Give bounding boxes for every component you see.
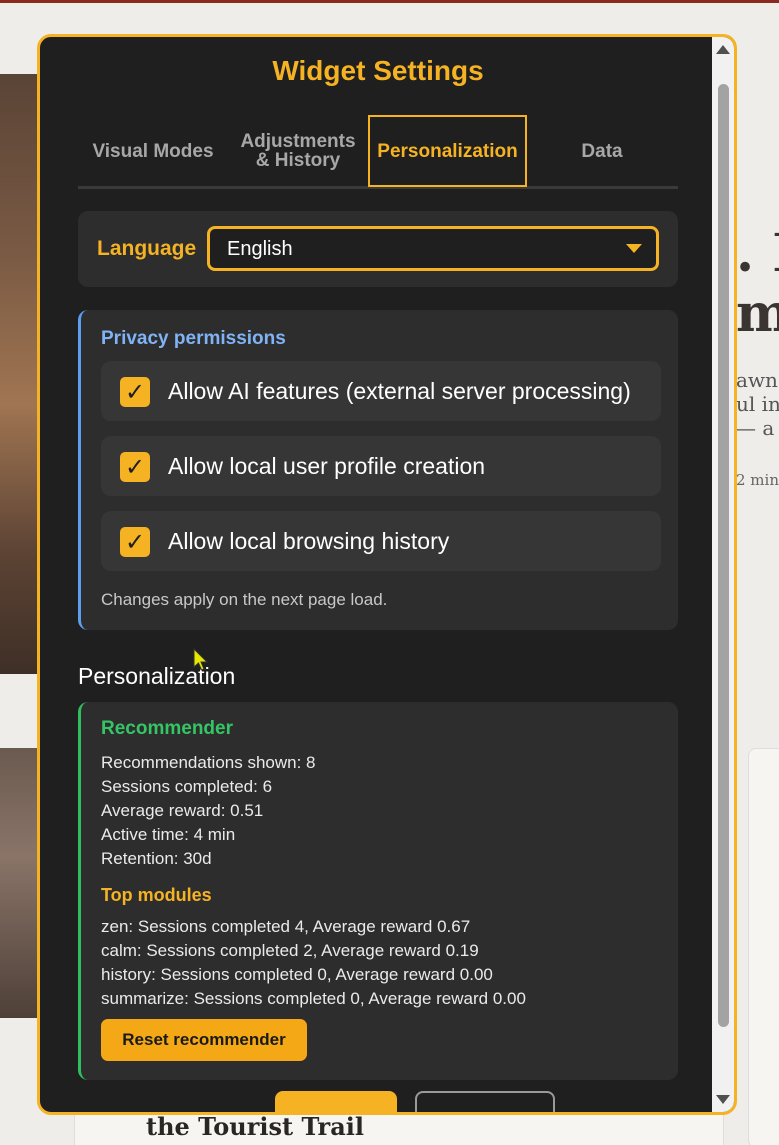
background-headline-fragment-2: ma	[736, 286, 779, 342]
tab-adjustments-history[interactable]: Adjustments & History	[228, 115, 368, 187]
language-label: Language	[97, 237, 197, 260]
tab-personalization[interactable]: Personalization	[368, 115, 527, 187]
caret-down-icon	[626, 244, 642, 253]
language-select-value: English	[227, 238, 293, 260]
language-panel: Language English	[78, 211, 678, 287]
arrow-down-icon[interactable]	[716, 1095, 730, 1104]
modal-scrollbar[interactable]	[712, 37, 734, 1112]
tab-visual-modes[interactable]: Visual Modes	[78, 115, 228, 187]
permission-label: Allow local user profile creation	[168, 453, 486, 479]
background-read-time: 2 min	[736, 471, 779, 489]
recommender-heading: Recommender	[101, 718, 233, 739]
top-modules-list: zen: Sessions completed 4, Average rewar…	[101, 915, 526, 1011]
privacy-heading: Privacy permissions	[101, 328, 286, 349]
stat-active-time: Active time: 4 min	[101, 825, 236, 844]
modal-title: Widget Settings	[272, 55, 484, 86]
scrollbar-thumb[interactable]	[718, 84, 729, 1027]
arrow-up-icon[interactable]	[716, 45, 730, 54]
stat-sessions-completed: Sessions completed: 6	[101, 777, 273, 796]
background-excerpt-line-1: awn	[736, 368, 778, 392]
reset-recommender-button[interactable]: Reset recommender	[101, 1019, 307, 1061]
background-card-title: the Tourist Trail	[146, 1112, 364, 1141]
permission-browsing-history[interactable]: ✓ Allow local browsing history	[101, 511, 661, 571]
check-icon[interactable]: ✓	[120, 377, 150, 407]
check-icon[interactable]: ✓	[120, 527, 150, 557]
permission-local-profile[interactable]: ✓ Allow local user profile creation	[101, 436, 661, 496]
permission-label: Allow AI features (external server proce…	[168, 378, 631, 404]
module-item: history: Sessions completed 0, Average r…	[101, 965, 493, 984]
background-card	[748, 748, 779, 1145]
background-photo	[0, 74, 40, 674]
background-excerpt-line-2: ul in	[736, 392, 779, 416]
recommender-panel: Recommender Recommendations shown: 8 Ses…	[78, 702, 678, 1080]
privacy-panel: Privacy permissions ✓ Allow AI features …	[78, 310, 678, 630]
top-modules-heading: Top modules	[101, 885, 212, 905]
settings-tabs: Visual Modes Adjustments & History Perso…	[78, 115, 678, 189]
page-top-bar	[0, 0, 779, 3]
permission-label: Allow local browsing history	[168, 528, 450, 554]
permission-ai-features[interactable]: ✓ Allow AI features (external server pro…	[101, 361, 661, 421]
stat-recommendations-shown: Recommendations shown: 8	[101, 753, 316, 772]
privacy-note: Changes apply on the next page load.	[101, 590, 388, 609]
background-photo-2	[0, 748, 40, 1018]
check-icon[interactable]: ✓	[120, 452, 150, 482]
footer-primary-button[interactable]	[275, 1091, 397, 1112]
footer-secondary-button[interactable]	[415, 1091, 555, 1112]
module-item: calm: Sessions completed 2, Average rewa…	[101, 941, 479, 960]
background-headline-fragment-1: . H	[736, 226, 779, 282]
stat-retention: Retention: 30d	[101, 849, 212, 868]
tab-data[interactable]: Data	[527, 115, 677, 187]
mouse-pointer-icon	[193, 648, 209, 671]
background-excerpt-line-3: — a	[736, 416, 775, 440]
personalization-section-title: Personalization	[78, 663, 236, 689]
module-item: summarize: Sessions completed 0, Average…	[101, 989, 526, 1008]
module-item: zen: Sessions completed 4, Average rewar…	[101, 917, 471, 936]
widget-settings-modal: Widget Settings Visual Modes Adjustments…	[37, 34, 737, 1115]
language-select[interactable]: English	[207, 226, 659, 271]
stat-average-reward: Average reward: 0.51	[101, 801, 264, 820]
recommender-stats: Recommendations shown: 8 Sessions comple…	[101, 751, 316, 871]
